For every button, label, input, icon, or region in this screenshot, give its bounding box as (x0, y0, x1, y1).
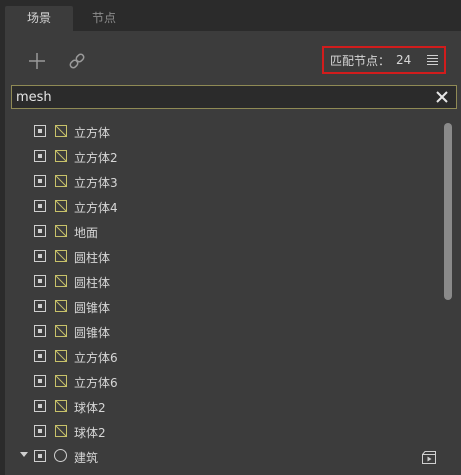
menu-icon[interactable] (427, 55, 438, 66)
search-box (11, 85, 457, 109)
visibility-checkbox[interactable] (34, 175, 46, 187)
group-item[interactable]: 建筑 (0, 445, 440, 470)
plus-icon[interactable] (26, 50, 48, 72)
list-item[interactable]: 立方体6 (0, 370, 440, 395)
mesh-icon (55, 425, 67, 437)
node-label: 圆柱体 (74, 251, 111, 265)
list-item[interactable]: 立方体2 (0, 145, 440, 170)
match-count-box: 匹配节点： 24 (322, 46, 446, 74)
visibility-checkbox[interactable] (34, 150, 46, 162)
match-label: 匹配节点： (330, 53, 391, 68)
mesh-icon (55, 125, 67, 137)
visibility-checkbox[interactable] (34, 425, 46, 437)
close-icon[interactable] (434, 89, 450, 105)
group-label: 建筑 (74, 451, 99, 465)
mesh-icon (55, 300, 67, 312)
visibility-checkbox[interactable] (34, 300, 46, 312)
node-label: 地面 (74, 226, 99, 240)
mesh-icon (55, 400, 67, 412)
visibility-checkbox[interactable] (34, 350, 46, 362)
mesh-icon (55, 200, 67, 212)
list-item[interactable]: 立方体 (0, 120, 440, 145)
list-item[interactable]: 立方体3 (0, 170, 440, 195)
mesh-icon (55, 275, 67, 287)
visibility-checkbox[interactable] (34, 325, 46, 337)
link-icon[interactable] (66, 50, 88, 72)
list-item[interactable]: 球体2 (0, 395, 440, 420)
list-item[interactable]: 圆柱体 (0, 270, 440, 295)
visibility-checkbox[interactable] (34, 450, 46, 462)
scrollbar-thumb[interactable] (444, 123, 452, 300)
mesh-icon (55, 225, 67, 237)
node-label: 立方体6 (74, 351, 118, 365)
search-input[interactable] (16, 88, 426, 106)
tab-scene[interactable]: 场景 (5, 6, 73, 31)
node-label: 立方体3 (74, 176, 118, 190)
tab-bar: 场景 节点 (0, 0, 461, 31)
visibility-checkbox[interactable] (34, 200, 46, 212)
match-count: 24 (396, 53, 412, 67)
visibility-checkbox[interactable] (34, 375, 46, 387)
node-label: 圆锥体 (74, 326, 111, 340)
mesh-icon (55, 375, 67, 387)
node-label: 圆柱体 (74, 276, 111, 290)
mesh-icon (55, 250, 67, 262)
list-item[interactable]: 立方体4 (0, 195, 440, 220)
list-item[interactable]: 立方体6 (0, 345, 440, 370)
mesh-icon (55, 325, 67, 337)
mesh-icon (55, 350, 67, 362)
node-label: 立方体4 (74, 201, 118, 215)
tab-nodes[interactable]: 节点 (73, 6, 135, 31)
visibility-checkbox[interactable] (34, 400, 46, 412)
expand-arrow-icon[interactable] (20, 452, 28, 457)
node-label: 立方体6 (74, 376, 118, 390)
node-label: 圆锥体 (74, 301, 111, 315)
visibility-checkbox[interactable] (34, 125, 46, 137)
film-icon[interactable] (422, 451, 436, 464)
mesh-icon (55, 150, 67, 162)
list-item[interactable]: 圆柱体 (0, 245, 440, 270)
visibility-checkbox[interactable] (34, 225, 46, 237)
circle-icon (54, 449, 67, 462)
node-label: 球体2 (74, 401, 106, 415)
visibility-checkbox[interactable] (34, 275, 46, 287)
node-label: 立方体 (74, 126, 111, 140)
list-item[interactable]: 圆锥体 (0, 295, 440, 320)
list-item[interactable]: 地面 (0, 220, 440, 245)
node-label: 球体2 (74, 426, 106, 440)
list-item[interactable]: 球体2 (0, 420, 440, 445)
mesh-icon (55, 175, 67, 187)
visibility-checkbox[interactable] (34, 250, 46, 262)
node-label: 立方体2 (74, 151, 118, 165)
list-item[interactable]: 圆锥体 (0, 320, 440, 345)
